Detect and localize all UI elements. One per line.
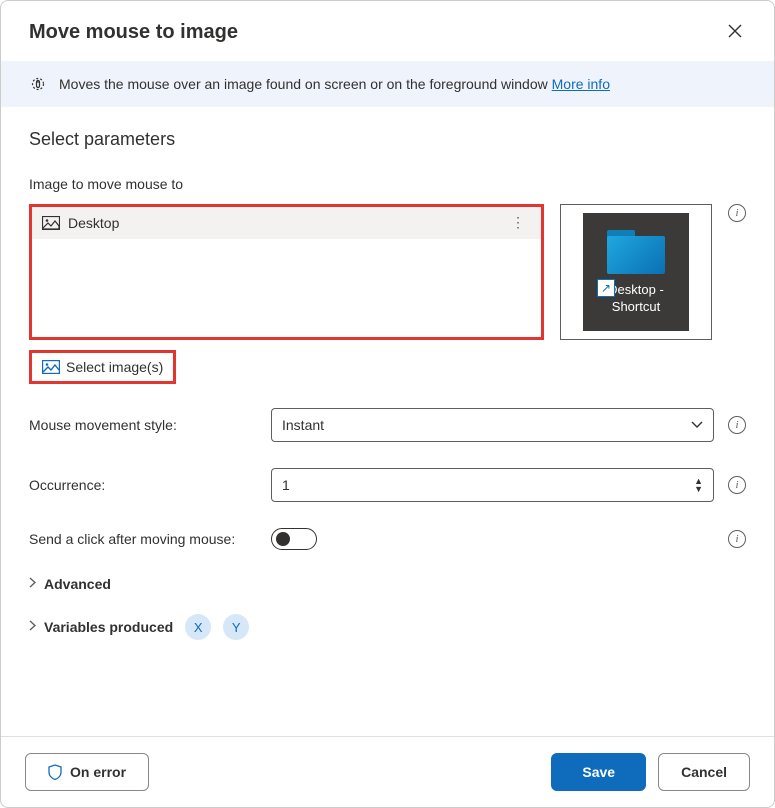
movement-style-label: Mouse movement style: bbox=[29, 417, 257, 433]
dialog-header: Move mouse to image bbox=[1, 1, 774, 61]
section-title: Select parameters bbox=[29, 129, 746, 150]
info-icon[interactable]: i bbox=[728, 476, 746, 494]
image-preview: ↗ Desktop - Shortcut bbox=[560, 204, 712, 340]
occurrence-input[interactable]: 1 ▲ ▼ bbox=[271, 468, 714, 502]
info-banner: Moves the mouse over an image found on s… bbox=[1, 61, 774, 107]
save-label: Save bbox=[582, 764, 615, 780]
image-item-name: Desktop bbox=[68, 215, 119, 231]
close-button[interactable] bbox=[724, 19, 746, 45]
info-icon[interactable]: i bbox=[728, 416, 746, 434]
mouse-target-icon bbox=[29, 75, 47, 93]
image-field-label: Image to move mouse to bbox=[29, 176, 746, 192]
shield-icon bbox=[48, 764, 62, 780]
image-item-menu-button[interactable]: ⋮ bbox=[505, 220, 531, 226]
image-list[interactable]: Desktop ⋮ bbox=[29, 204, 544, 340]
chevron-right-icon bbox=[29, 620, 36, 634]
preview-label: Desktop - Shortcut bbox=[608, 282, 664, 316]
movement-style-row: Mouse movement style: Instant i bbox=[29, 408, 746, 442]
select-images-button[interactable]: Select image(s) bbox=[29, 350, 176, 384]
close-icon bbox=[728, 24, 742, 38]
dialog: Move mouse to image Moves the mouse over… bbox=[0, 0, 775, 808]
folder-icon bbox=[607, 230, 665, 274]
select-images-label: Select image(s) bbox=[66, 359, 163, 375]
shortcut-arrow-icon: ↗ bbox=[597, 279, 615, 297]
info-icon[interactable]: i bbox=[728, 204, 746, 222]
on-error-button[interactable]: On error bbox=[25, 753, 149, 791]
chevron-down-icon: ▼ bbox=[694, 485, 703, 493]
image-list-item[interactable]: Desktop ⋮ bbox=[32, 207, 541, 239]
dialog-body: Select parameters Image to move mouse to… bbox=[1, 107, 774, 736]
variable-x-badge[interactable]: X bbox=[185, 614, 211, 640]
variable-y-badge[interactable]: Y bbox=[223, 614, 249, 640]
send-click-row: Send a click after moving mouse: i bbox=[29, 528, 746, 550]
advanced-expander[interactable]: Advanced bbox=[29, 576, 746, 592]
info-icon[interactable]: i bbox=[728, 530, 746, 548]
variables-label: Variables produced bbox=[44, 619, 173, 635]
dialog-footer: On error Save Cancel bbox=[1, 736, 774, 807]
chevron-right-icon bbox=[29, 577, 36, 591]
send-click-toggle[interactable] bbox=[271, 528, 317, 550]
variables-expander[interactable]: Variables produced X Y bbox=[29, 614, 746, 640]
advanced-label: Advanced bbox=[44, 576, 111, 592]
image-icon bbox=[42, 360, 60, 374]
dialog-title: Move mouse to image bbox=[29, 21, 238, 44]
stepper-buttons[interactable]: ▲ ▼ bbox=[694, 477, 703, 493]
banner-text-content: Moves the mouse over an image found on s… bbox=[59, 76, 552, 92]
toggle-knob bbox=[276, 532, 290, 546]
chevron-down-icon bbox=[691, 418, 703, 432]
image-row: Desktop ⋮ ↗ Desktop - Shortcut i bbox=[29, 204, 746, 340]
movement-style-select[interactable]: Instant bbox=[271, 408, 714, 442]
on-error-label: On error bbox=[70, 764, 126, 780]
preview-thumbnail: ↗ Desktop - Shortcut bbox=[583, 213, 689, 331]
send-click-label: Send a click after moving mouse: bbox=[29, 531, 257, 547]
cancel-label: Cancel bbox=[681, 764, 727, 780]
cancel-button[interactable]: Cancel bbox=[658, 753, 750, 791]
occurrence-value: 1 bbox=[282, 477, 290, 493]
save-button[interactable]: Save bbox=[551, 753, 646, 791]
occurrence-row: Occurrence: 1 ▲ ▼ i bbox=[29, 468, 746, 502]
more-info-link[interactable]: More info bbox=[552, 76, 610, 92]
movement-style-value: Instant bbox=[282, 417, 324, 433]
banner-text: Moves the mouse over an image found on s… bbox=[59, 76, 610, 92]
occurrence-label: Occurrence: bbox=[29, 477, 257, 493]
image-icon bbox=[42, 216, 60, 230]
